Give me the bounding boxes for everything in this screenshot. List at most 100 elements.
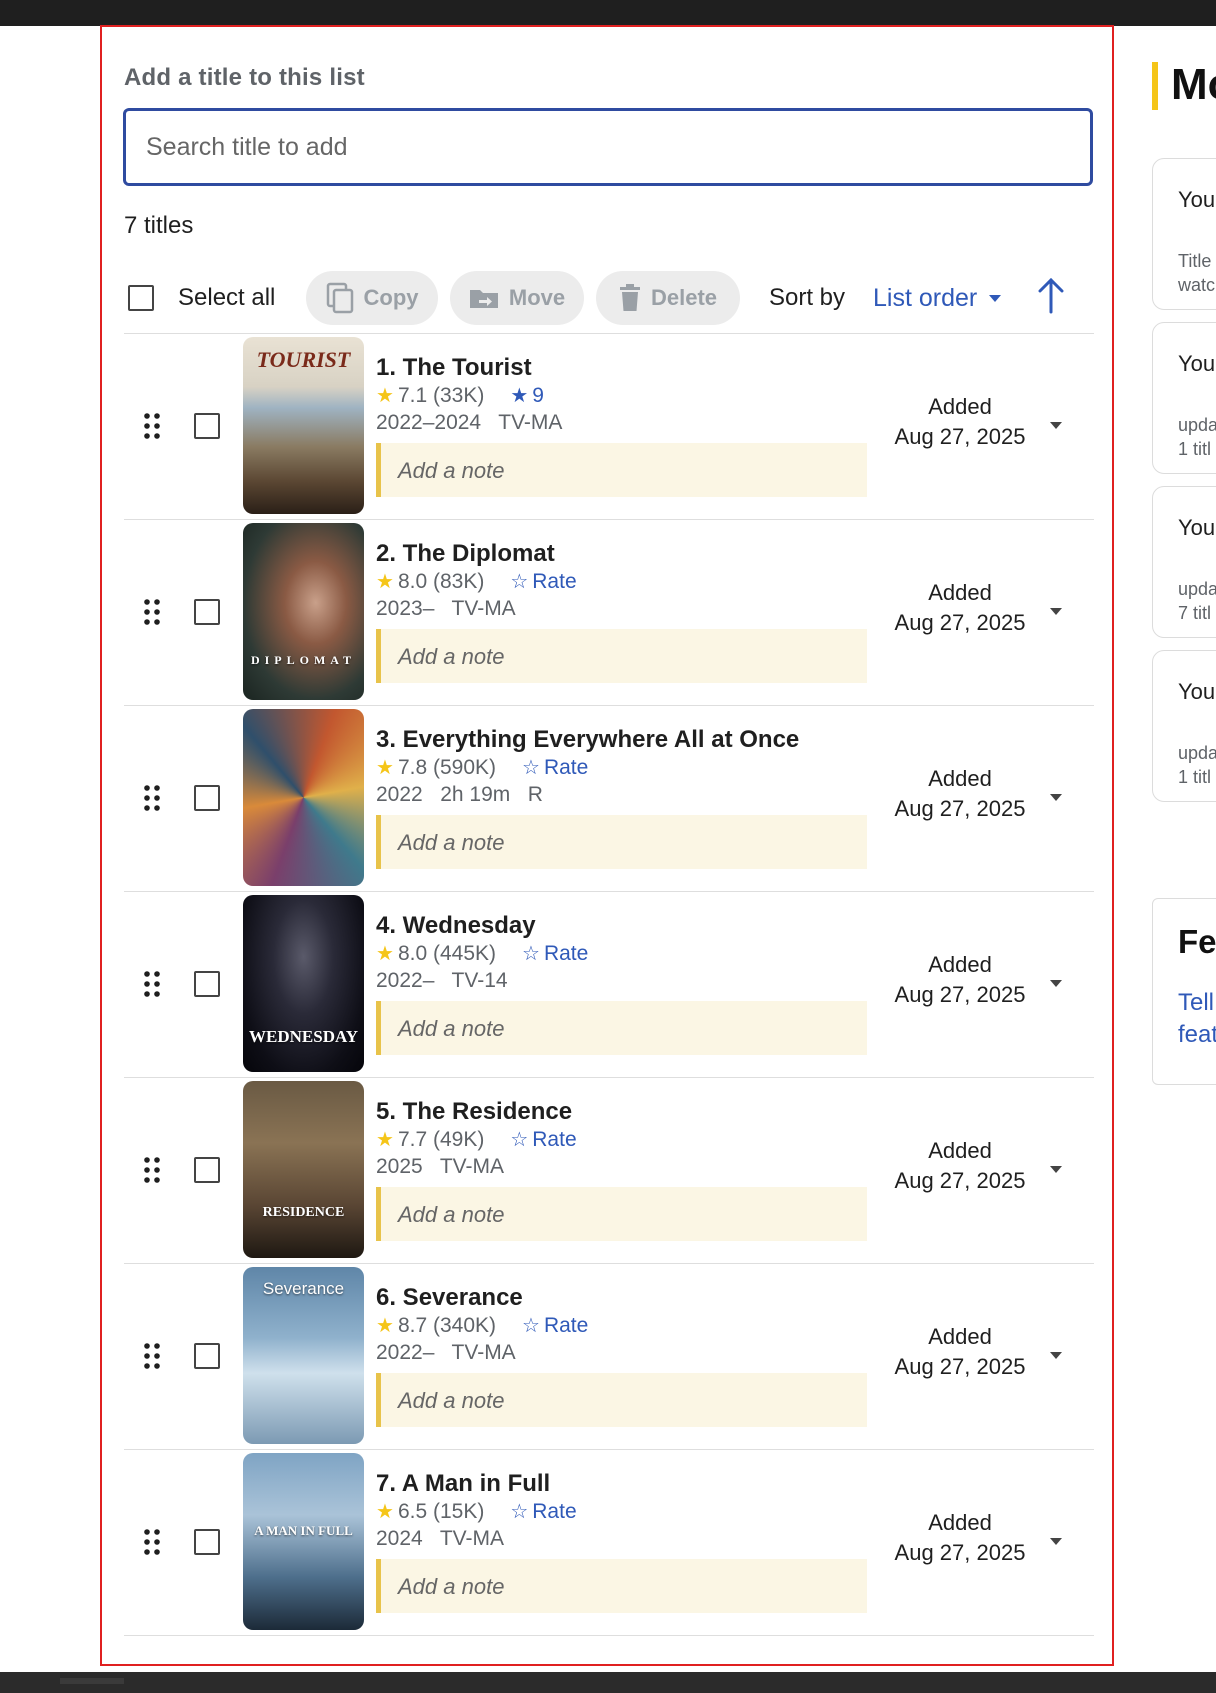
poster-image[interactable] — [243, 709, 364, 886]
rate-button[interactable]: ☆ Rate — [522, 940, 588, 968]
sidebar-list-card[interactable]: Your upda 7 titl — [1152, 486, 1216, 638]
move-button[interactable]: Move — [450, 271, 584, 325]
rate-button[interactable]: ☆ Rate — [510, 568, 576, 596]
delete-button[interactable]: Delete — [596, 271, 740, 325]
imdb-rating-star-icon: ★ — [376, 1315, 394, 1337]
item-menu-caret-icon[interactable] — [1050, 1352, 1062, 1360]
note-field[interactable]: Add a note — [376, 1373, 867, 1427]
sidebar-list-card[interactable]: Your upda 1 titl — [1152, 650, 1216, 802]
item-checkbox[interactable] — [194, 785, 220, 811]
card-subtitle: watc — [1178, 275, 1216, 295]
item-meta: 2024 TV-MA — [376, 1527, 505, 1550]
poster-title-text: TOURIST — [256, 347, 351, 372]
item-menu-caret-icon[interactable] — [1050, 608, 1062, 616]
card-title: Your — [1178, 187, 1216, 212]
star-outline-icon: ☆ — [510, 1129, 529, 1151]
item-checkbox[interactable] — [194, 1343, 220, 1369]
drag-handle-icon[interactable] — [144, 1529, 160, 1555]
item-title-link[interactable]: 1. The Tourist — [376, 354, 562, 382]
drag-handle-icon[interactable] — [144, 1157, 160, 1183]
card-title: Your — [1178, 351, 1216, 376]
added-date: Aug 27, 2025 — [894, 1354, 1026, 1379]
note-field[interactable]: Add a note — [376, 443, 867, 497]
sort-by-label: Sort by — [769, 284, 846, 311]
item-title-link[interactable]: 6. Severance — [376, 1284, 588, 1312]
date-added: Added Aug 27, 2025 — [889, 764, 1031, 824]
move-label: Move — [508, 285, 566, 310]
added-label: Added — [928, 766, 992, 791]
date-added: Added Aug 27, 2025 — [889, 392, 1031, 452]
drag-handle-icon[interactable] — [144, 1343, 160, 1369]
poster-image[interactable]: A MAN IN FULL — [243, 1453, 364, 1630]
star-outline-icon: ☆ — [522, 943, 540, 965]
poster-image[interactable]: TOURIST — [243, 337, 364, 514]
poster-title-text: RESIDENCE — [262, 1205, 345, 1220]
note-field[interactable]: Add a note — [376, 1559, 867, 1613]
drag-handle-icon[interactable] — [144, 785, 160, 811]
list-item: 3. Everything Everywhere All at Once ★ 7… — [124, 705, 1094, 891]
poster-image[interactable]: Severance — [243, 1267, 364, 1444]
select-all-label[interactable]: Select all — [178, 284, 275, 312]
date-added: Added Aug 27, 2025 — [889, 1508, 1031, 1568]
item-title-link[interactable]: 5. The Residence — [376, 1098, 577, 1126]
rated-star-icon: ★ — [510, 385, 529, 407]
item-menu-caret-icon[interactable] — [1050, 980, 1062, 988]
browser-top-bar — [0, 0, 1216, 26]
move-icon — [469, 290, 498, 308]
poster-image[interactable]: RESIDENCE — [243, 1081, 364, 1258]
poster-image[interactable]: WEDNESDAY — [243, 895, 364, 1072]
note-field[interactable]: Add a note — [376, 629, 867, 683]
item-menu-caret-icon[interactable] — [1050, 1166, 1062, 1174]
card-subtitle: upda — [1178, 415, 1216, 435]
copy-button[interactable]: Copy — [306, 271, 438, 325]
item-checkbox[interactable] — [194, 413, 220, 439]
search-title-input[interactable] — [123, 108, 1093, 186]
imdb-rating: 7.7 (49K) — [397, 1128, 485, 1151]
drag-handle-icon[interactable] — [144, 413, 160, 439]
sidebar-list-card[interactable]: Your upda 1 titl — [1152, 322, 1216, 474]
note-field[interactable]: Add a note — [376, 1001, 867, 1055]
item-checkbox[interactable] — [194, 971, 220, 997]
date-added: Added Aug 27, 2025 — [889, 1322, 1031, 1382]
date-added: Added Aug 27, 2025 — [889, 950, 1031, 1010]
item-menu-caret-icon[interactable] — [1050, 422, 1062, 430]
item-menu-caret-icon[interactable] — [1050, 794, 1062, 802]
rate-label: Rate — [543, 942, 589, 965]
select-all-checkbox[interactable] — [128, 285, 154, 311]
added-label: Added — [928, 394, 992, 419]
feedback-link[interactable]: feat — [1178, 1021, 1216, 1049]
sort-order-dropdown[interactable]: List order — [873, 284, 1002, 313]
rate-button[interactable]: ☆ Rate — [522, 1312, 588, 1340]
feedback-link[interactable]: Tell — [1178, 989, 1214, 1017]
your-rating-button[interactable]: ★ 9 — [510, 382, 544, 410]
rate-button[interactable]: ☆ Rate — [510, 1498, 576, 1526]
star-outline-icon: ☆ — [522, 1315, 540, 1337]
sidebar-list-card[interactable]: Your Title watc — [1152, 158, 1216, 310]
drag-handle-icon[interactable] — [144, 971, 160, 997]
rate-label: Rate — [543, 1314, 589, 1337]
card-subtitle: upda — [1178, 579, 1216, 599]
note-field[interactable]: Add a note — [376, 815, 867, 869]
rate-button[interactable]: ☆ Rate — [522, 754, 588, 782]
item-checkbox[interactable] — [194, 599, 220, 625]
drag-handle-icon[interactable] — [144, 599, 160, 625]
added-date: Aug 27, 2025 — [894, 424, 1026, 449]
item-meta: 2023– TV-MA — [376, 597, 516, 620]
feedback-title: Fe — [1178, 923, 1216, 960]
item-menu-caret-icon[interactable] — [1050, 1538, 1062, 1546]
item-checkbox[interactable] — [194, 1529, 220, 1555]
item-title-link[interactable]: 3. Everything Everywhere All at Once — [376, 726, 799, 754]
list-item: RESIDENCE 5. The Residence ★ 7.7 (49K) ☆… — [124, 1077, 1094, 1263]
rate-label: Rate — [532, 1128, 577, 1151]
item-title-link[interactable]: 2. The Diplomat — [376, 540, 577, 568]
note-field[interactable]: Add a note — [376, 1187, 867, 1241]
delete-label: Delete — [650, 285, 718, 310]
item-title-link[interactable]: 7. A Man in Full — [376, 1470, 577, 1498]
added-label: Added — [928, 1324, 992, 1349]
item-checkbox[interactable] — [194, 1157, 220, 1183]
sort-direction-arrow-icon[interactable] — [1036, 278, 1066, 314]
rate-button[interactable]: ☆ Rate — [510, 1126, 576, 1154]
poster-image[interactable]: DIPLOMAT — [243, 523, 364, 700]
imdb-rating-star-icon: ★ — [376, 1129, 394, 1151]
item-title-link[interactable]: 4. Wednesday — [376, 912, 588, 940]
